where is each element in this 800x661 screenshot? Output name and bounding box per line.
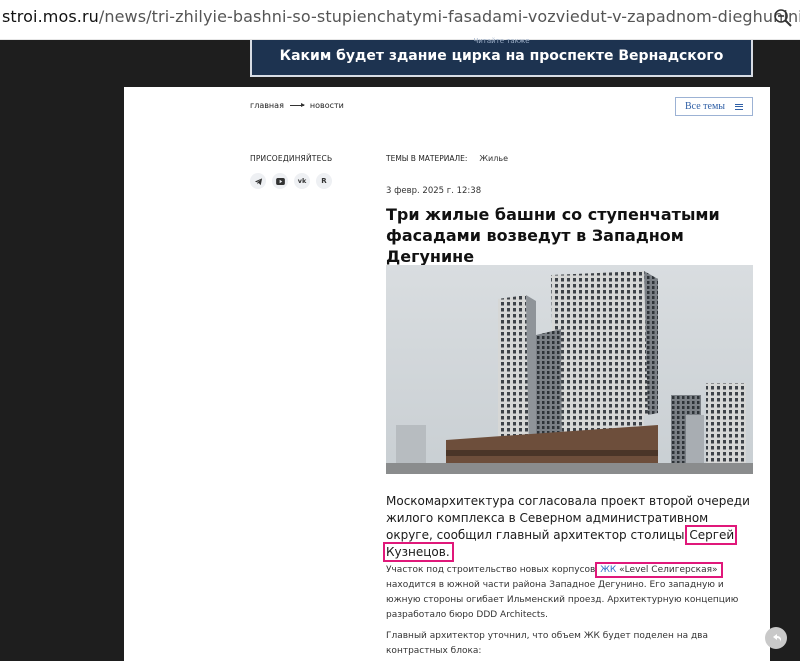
tag-housing[interactable]: Жилье [479, 154, 508, 163]
zoom-out-icon[interactable] [772, 7, 794, 29]
arrow-back-icon [773, 634, 781, 642]
all-themes-label: Все темы [684, 101, 726, 112]
join-title: ПРИСОЕДИНЯЙТЕСЬ [250, 154, 333, 163]
article-page: главная новости Все темы ПРИСОЕДИНЯЙТЕСЬ… [124, 87, 770, 661]
url-domain: stroi.mos.ru [2, 7, 99, 26]
url-text[interactable]: stroi.mos.ru/news/tri-zhilyie-bashni-so-… [2, 7, 800, 26]
banner-kicker: Читайте также [473, 37, 530, 45]
banner-title[interactable]: Каким будет здание цирка на проспекте Ве… [280, 48, 724, 64]
telegram-icon[interactable] [250, 173, 266, 189]
rutube-icon[interactable]: R [316, 173, 332, 189]
all-themes-button[interactable]: Все темы [675, 97, 753, 116]
social-links: vk R [250, 173, 332, 189]
article-paragraph-2: Главный архитектор уточнил, что объем ЖК… [386, 631, 709, 656]
scroll-to-top-button[interactable] [765, 627, 787, 649]
complex-link[interactable]: ЖК [600, 565, 616, 575]
breadcrumb-current[interactable]: новости [310, 101, 344, 110]
tags-label: ТЕМЫ В МАТЕРИАЛЕ: [386, 154, 468, 163]
hero-image [386, 265, 753, 474]
article-paragraph-1: Участок под строительство новых корпусов… [386, 562, 756, 623]
complex-name: «Level Селигерская» [616, 565, 718, 575]
menu-icon [735, 103, 744, 110]
related-article-banner[interactable]: Читайте также Каким будет здание цирка н… [250, 37, 753, 77]
p1-text-start: Участок под строительство новых корпусов [386, 565, 599, 575]
address-bar[interactable]: stroi.mos.ru/news/tri-zhilyie-bashni-so-… [0, 0, 800, 40]
article-lead: Москомархитектура согласовала проект вто… [382, 493, 756, 562]
breadcrumb-home[interactable]: главная [250, 101, 284, 110]
publish-date: 3 февр. 2025 г. 12:38 [386, 186, 482, 196]
complex-link-highlight: ЖК «Level Селигерская» [595, 562, 723, 578]
url-path: /news/tri-zhilyie-bashni-so-stupienchaty… [98, 7, 800, 26]
p1-text-end: находится в южной части района Западное … [386, 580, 739, 620]
article-headline: Три жилые башни со ступенчатыми фасадами… [386, 205, 720, 266]
vk-icon[interactable]: vk [294, 173, 310, 189]
youtube-icon[interactable] [272, 173, 288, 189]
article-tags: ТЕМЫ В МАТЕРИАЛЕ: Жилье [386, 154, 508, 163]
breadcrumb: главная новости [250, 101, 344, 110]
arrow-right-icon [289, 103, 305, 107]
